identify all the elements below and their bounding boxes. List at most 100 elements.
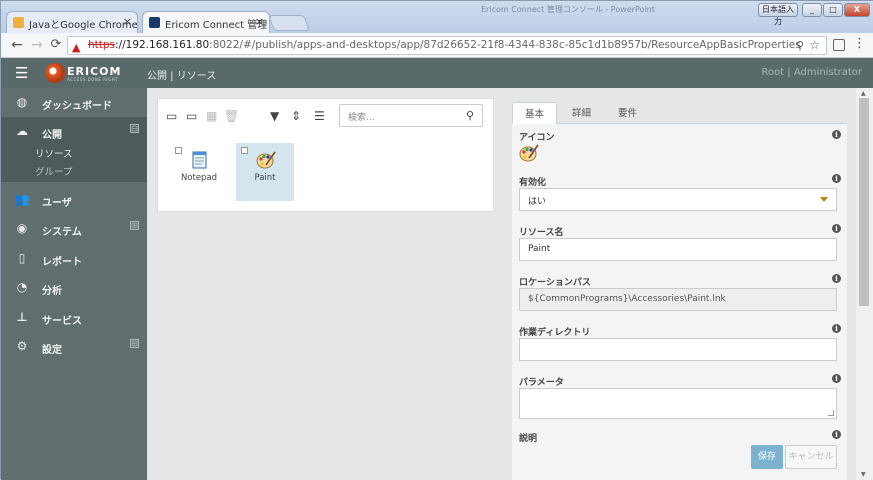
sidebar-item-label: 設定 [42, 345, 62, 356]
sidebar-item-label: 分析 [42, 286, 62, 297]
ime-button[interactable]: 日本語入力 [758, 3, 798, 26]
delete-icon[interactable]: 🗑 [224, 109, 239, 123]
resource-name-input[interactable]: Paint [519, 238, 837, 261]
forward-icon[interactable]: → [29, 37, 45, 53]
scroll-down-icon[interactable]: ▼ [861, 471, 866, 478]
search-icon[interactable]: ⚲ [466, 109, 474, 122]
resources-area: ▭ ▭ ▦ 🗑 ▼ ⇕ ☰ 検索... ⚲ Notepad Paint [147, 88, 504, 480]
sidebar-item-analytics[interactable]: ◔ 分析 [1, 273, 147, 302]
address-bar[interactable]: ▲ https://192.168.161.80:8022/#/publish/… [67, 36, 827, 55]
close-icon[interactable]: × [255, 15, 264, 28]
app-name: Notepad [180, 173, 218, 183]
url-host: ://192.168.161.80 [115, 39, 210, 51]
browser-tab-ericom[interactable]: Ericom Connect 管理コ × [142, 11, 270, 33]
parameters-textarea[interactable] [519, 388, 837, 419]
search-placeholder: 検索... [348, 113, 375, 123]
close-icon[interactable]: × [123, 15, 132, 28]
vertical-scrollbar[interactable]: ▲ ▼ [856, 88, 873, 480]
save-button[interactable]: 保存 [751, 445, 783, 469]
minimize-button[interactable]: _ [802, 3, 822, 17]
ericom-favicon-icon [149, 17, 160, 28]
expand-icon[interactable]: ⊞ [130, 339, 139, 348]
users-icon: 👥 [14, 192, 30, 206]
tab-details[interactable]: 詳細 [560, 102, 603, 124]
dashboard-icon: ◍ [16, 95, 28, 109]
scroll-up-icon[interactable]: ▲ [861, 90, 866, 97]
globe-icon: ◉ [16, 221, 28, 235]
bookmark-star-icon[interactable]: ☆ [809, 37, 820, 54]
pie-chart-icon: ◔ [16, 280, 28, 294]
tab-requirements[interactable]: 要件 [606, 102, 649, 124]
info-icon[interactable]: i [832, 374, 841, 383]
warning-icon: ▲ [72, 41, 81, 54]
icon-label: アイコン [519, 133, 555, 143]
browser-window: JavaとGoogle Chrome × Ericom Connect 管理コ … [0, 0, 873, 480]
resource-name-label: リソース名 [519, 228, 564, 238]
ericom-logo[interactable]: ERICOM ACCESS DONE RIGHT [45, 63, 120, 83]
extension-icon[interactable] [833, 39, 845, 51]
info-icon[interactable]: i [832, 430, 841, 439]
paint-palette-icon[interactable] [519, 143, 539, 163]
browser-menu-icon[interactable]: ⋮ [853, 36, 866, 51]
sidebar-item-settings[interactable]: ⚙ 設定 ⊞ [1, 332, 147, 361]
info-icon[interactable]: i [832, 224, 841, 233]
add-application-icon[interactable]: ▭ [166, 109, 177, 123]
filter-icon[interactable]: ▼ [270, 109, 279, 123]
info-icon[interactable]: i [832, 174, 841, 183]
add-desktop-icon[interactable]: ▭ [186, 109, 197, 123]
back-icon[interactable]: ← [9, 37, 25, 53]
working-directory-input[interactable] [519, 338, 837, 361]
scrollbar-thumb[interactable] [859, 98, 869, 306]
document-icon: ▯ [18, 251, 26, 265]
breadcrumb: 公開 | リソース [147, 71, 217, 82]
sidebar-item-publish[interactable]: ☁ 公開 ⊟ [1, 117, 147, 146]
basic-properties-form: アイコン i 有効化 i はい リソース名 i Paint ロケーションパス i… [512, 124, 847, 480]
info-icon[interactable]: i [832, 130, 841, 139]
search-input[interactable]: 検索... ⚲ [339, 104, 483, 127]
close-window-button[interactable]: X [844, 3, 870, 17]
tab-title: JavaとGoogle Chrome [29, 20, 138, 31]
sidebar-item-users[interactable]: 👥 ユーザ [1, 185, 147, 214]
sidebar-subitem-resources[interactable]: リソース [1, 146, 147, 164]
cancel-button[interactable]: キャンセル [785, 445, 837, 469]
app-header: ☰ ERICOM ACCESS DONE RIGHT 公開 | リソース Roo… [1, 58, 873, 88]
collapse-icon[interactable]: ⊟ [130, 124, 139, 133]
user-menu[interactable]: Root | Administrator [761, 67, 862, 78]
browser-tab-strip: JavaとGoogle Chrome × Ericom Connect 管理コ … [1, 1, 873, 33]
properties-tabs: 基本 詳細 要件 [512, 102, 847, 124]
app-tile-notepad[interactable]: Notepad [170, 143, 228, 201]
sidebar-item-label: ユーザ [42, 198, 72, 209]
info-icon[interactable]: i [832, 324, 841, 333]
resize-handle[interactable] [828, 410, 834, 416]
sidebar-item-reports[interactable]: ▯ レポート [1, 244, 147, 273]
enabled-select[interactable]: はい [519, 188, 837, 211]
app-name: Paint [254, 173, 276, 183]
info-icon[interactable]: i [832, 274, 841, 283]
sidebar-subitem-groups[interactable]: グループ [1, 164, 147, 182]
working-directory-label: 作業ディレクトリ [519, 328, 591, 338]
grid-view-icon[interactable]: ▦ [206, 109, 217, 123]
list-view-icon[interactable]: ☰ [314, 109, 325, 123]
tab-basic[interactable]: 基本 [512, 102, 558, 124]
browser-toolbar: ← → ⟳ ▲ https://192.168.161.80:8022/#/pu… [1, 33, 873, 58]
chevron-down-icon [820, 197, 828, 202]
sidebar-item-services[interactable]: ⊥ サービス [1, 303, 147, 332]
paint-palette-icon [256, 151, 276, 169]
app-tile-paint[interactable]: Paint [236, 143, 294, 201]
sidebar-item-dashboard[interactable]: ◍ ダッシュボード [1, 88, 147, 117]
maximize-button[interactable]: □ [823, 3, 843, 17]
zoom-icon[interactable]: ⚲ [796, 37, 804, 54]
app-checkbox[interactable] [175, 147, 182, 154]
sort-icon[interactable]: ⇕ [291, 109, 301, 123]
logo-tagline: ACCESS DONE RIGHT [67, 77, 119, 82]
sidebar-item-system[interactable]: ◉ システム ⊞ [1, 214, 147, 243]
browser-tab-java-chrome[interactable]: JavaとGoogle Chrome × [6, 11, 138, 33]
reload-icon[interactable]: ⟳ [48, 37, 64, 52]
cloud-upload-icon: ☁ [16, 124, 28, 138]
properties-pane: 基本 詳細 要件 アイコン i 有効化 i はい リソース名 i Paint ロ… [504, 88, 856, 480]
new-tab-button[interactable] [268, 15, 310, 31]
hamburger-menu-icon[interactable]: ☰ [15, 64, 28, 82]
expand-icon[interactable]: ⊞ [130, 221, 139, 230]
resources-panel: ▭ ▭ ▦ 🗑 ▼ ⇕ ☰ 検索... ⚲ Notepad Paint [157, 98, 494, 212]
app-checkbox[interactable] [241, 147, 248, 154]
